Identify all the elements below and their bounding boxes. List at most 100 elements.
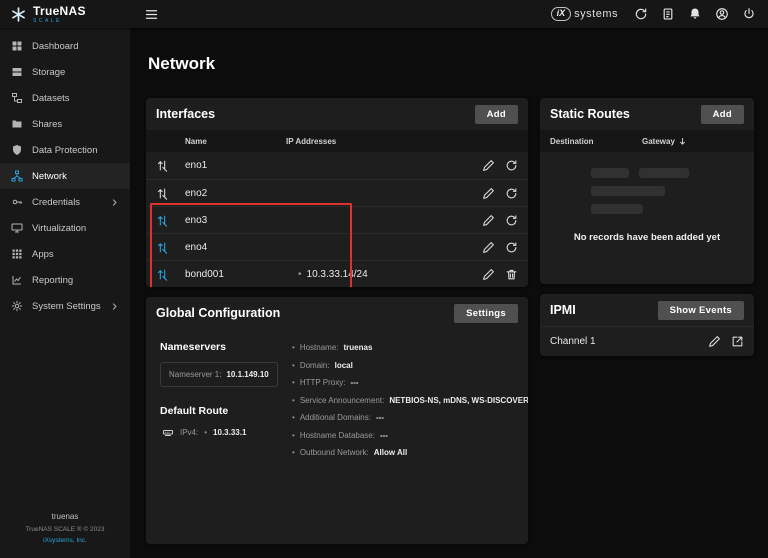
detail-value: Allow All	[374, 448, 407, 457]
sidebar-item-label: Storage	[32, 67, 65, 78]
ipmi-title: IPMI	[550, 303, 576, 317]
data-protection-icon	[11, 144, 23, 156]
alerts-button[interactable]	[688, 7, 702, 21]
settings-button[interactable]: Settings	[454, 304, 518, 323]
config-detail-item: •HTTP Proxy:---	[292, 378, 528, 387]
detail-value: truenas	[344, 343, 373, 352]
detail-label: Hostname Database:	[300, 431, 375, 440]
interfaces-add-button[interactable]: Add	[475, 105, 518, 124]
footer-company-link[interactable]: iXsystems, Inc.	[0, 535, 130, 546]
interface-state-icon	[156, 241, 169, 254]
default-route-value: 10.3.33.1	[213, 428, 246, 437]
column-gateway-label: Gateway	[642, 137, 675, 146]
chevron-right-icon	[110, 302, 119, 311]
default-route-entry: IPv4:•10.3.33.1	[160, 426, 278, 438]
interfaces-title: Interfaces	[156, 107, 215, 121]
brand: TrueNAS SCALE	[0, 5, 130, 24]
system-settings-icon	[11, 300, 23, 312]
refresh-button[interactable]	[505, 214, 518, 227]
nameserver-value: 10.1.149.10	[226, 370, 268, 379]
brand-name: TrueNAS	[33, 5, 86, 17]
bullet: •	[292, 378, 295, 387]
menu-toggle-icon[interactable]	[144, 7, 159, 22]
update-button[interactable]	[634, 7, 648, 21]
delete-button[interactable]	[505, 268, 518, 281]
edit-icon	[482, 214, 495, 227]
edit-button[interactable]	[482, 187, 495, 200]
sidebar-item-label: Reporting	[32, 275, 73, 286]
nameservers-heading: Nameservers	[160, 341, 278, 353]
page-title: Network	[148, 54, 754, 74]
sidebar-item-system-settings[interactable]: System Settings	[0, 293, 130, 319]
show-events-button[interactable]: Show Events	[658, 301, 744, 320]
virtualization-icon	[11, 222, 23, 234]
sidebar-item-shares[interactable]: Shares	[0, 111, 130, 137]
global-configuration-card: Global Configuration Settings Nameserver…	[146, 297, 528, 544]
sidebar-item-data-protection[interactable]: Data Protection	[0, 137, 130, 163]
sidebar-item-virtualization[interactable]: Virtualization	[0, 215, 130, 241]
truenas-logo-icon	[10, 6, 27, 23]
nameserver-label: Nameserver 1:	[169, 370, 221, 379]
config-detail-item: •Domain:local	[292, 361, 528, 370]
refresh-icon	[505, 159, 518, 172]
interface-state-icon	[156, 268, 169, 281]
static-routes-table-header: Destination Gateway	[540, 130, 754, 152]
sidebar-item-reporting[interactable]: Reporting	[0, 267, 130, 293]
dashboard-icon	[11, 40, 23, 52]
detail-label: Outbound Network:	[300, 448, 369, 457]
topbar-actions	[634, 7, 756, 21]
sidebar-item-label: Apps	[32, 249, 54, 260]
edit-button[interactable]	[482, 214, 495, 227]
interface-row: eno1	[146, 152, 528, 179]
column-name[interactable]: Name	[185, 137, 286, 146]
sidebar-item-datasets[interactable]: Datasets	[0, 85, 130, 111]
sidebar-item-label: Dashboard	[32, 41, 78, 52]
sidebar-item-label: Virtualization	[32, 223, 86, 234]
sidebar-item-dashboard[interactable]: Dashboard	[0, 33, 130, 59]
power-button[interactable]	[742, 7, 756, 21]
ixsystems-logo: iX systems	[551, 7, 618, 21]
edit-button[interactable]	[482, 241, 495, 254]
static-routes-add-button[interactable]: Add	[701, 105, 744, 124]
empty-skeleton	[591, 168, 703, 214]
update-icon	[634, 7, 648, 21]
chevron-right-icon	[110, 198, 119, 207]
config-detail-item: •Additional Domains:---	[292, 413, 528, 422]
sidebar-item-network[interactable]: Network	[0, 163, 130, 189]
interface-name: eno4	[185, 242, 280, 253]
open-in-new-button[interactable]	[731, 335, 744, 348]
refresh-button[interactable]	[505, 241, 518, 254]
interface-row: eno4	[146, 233, 528, 260]
detail-label: Additional Domains:	[300, 413, 371, 422]
user-button[interactable]	[715, 7, 729, 21]
config-detail-item: • Outbound Network: Allow All	[292, 448, 528, 457]
bullet: •	[292, 448, 295, 457]
refresh-button[interactable]	[505, 187, 518, 200]
column-destination[interactable]: Destination	[550, 137, 642, 146]
sidebar-item-credentials[interactable]: Credentials	[0, 189, 130, 215]
bullet: •	[292, 431, 295, 440]
interfaces-card: Interfaces Add Name IP Addresses eno1eno…	[146, 98, 528, 287]
edit-button[interactable]	[482, 159, 495, 172]
ix-text: systems	[574, 8, 618, 20]
edit-button[interactable]	[482, 268, 495, 281]
config-details: • Hostname: truenas •Domain:local •HTTP Prox…	[292, 341, 528, 528]
global-configuration-header: Global Configuration Settings	[146, 297, 528, 329]
global-configuration-left: Nameservers Nameserver 1:10.1.149.10 Def…	[160, 341, 278, 528]
jobs-button[interactable]	[661, 7, 675, 21]
column-gateway[interactable]: Gateway	[642, 137, 744, 146]
edit-button[interactable]	[708, 335, 721, 348]
nameserver-entry: Nameserver 1: 10.1.149.10	[160, 362, 278, 387]
detail-label: Hostname:	[300, 343, 339, 352]
alerts-icon	[688, 7, 702, 21]
sidebar-item-apps[interactable]: Apps	[0, 241, 130, 267]
refresh-button[interactable]	[505, 159, 518, 172]
sidebar-item-label: Credentials	[32, 197, 80, 208]
interface-state-icon	[156, 159, 169, 172]
sidebar-item-storage[interactable]: Storage	[0, 59, 130, 85]
config-detail-item: •Hostname:truenas	[292, 343, 528, 352]
empty-message: No records have been added yet	[540, 232, 754, 243]
interface-row: bond001•10.3.33.14/24	[146, 260, 528, 287]
ipmi-channel-name: Channel 1	[550, 336, 708, 347]
sidebar-footer: truenas TrueNAS SCALE ® © 2023 iXsystems…	[0, 510, 130, 558]
